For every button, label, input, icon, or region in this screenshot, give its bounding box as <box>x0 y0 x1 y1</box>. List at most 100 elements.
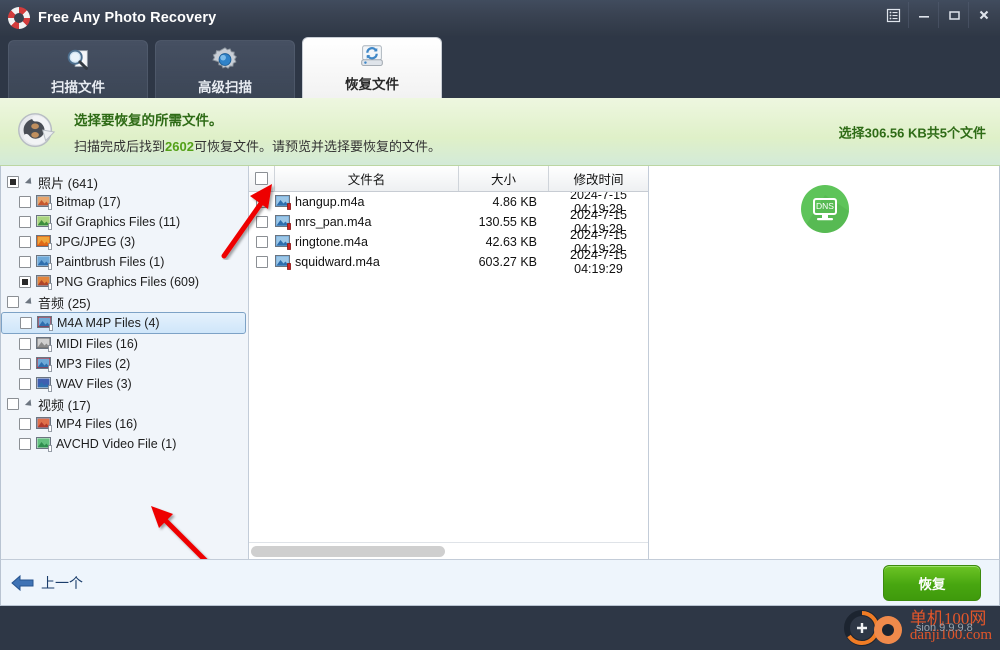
tree-item-label: AVCHD Video File (1) <box>56 437 177 451</box>
tree-item-checkbox[interactable] <box>19 216 31 228</box>
tab-recover-files[interactable]: 恢复文件 <box>302 37 442 98</box>
table-row[interactable]: squidward.m4a 603.27 KB 2024-7-15 04:19:29 <box>249 248 648 276</box>
bottom-strip: 单机100网 danji100.com sion 9.9.9.8 <box>0 606 1000 650</box>
tab-advanced-scan[interactable]: 高级扫描 <box>155 40 295 98</box>
audio-file-icon <box>275 235 291 250</box>
column-header-filename[interactable]: 文件名 <box>275 166 459 191</box>
back-button[interactable]: 上一个 <box>11 573 83 593</box>
row-checkbox-cell[interactable] <box>249 216 275 228</box>
tree-item-gif-graphics-files-11[interactable]: Gif Graphics Files (11) <box>1 212 248 232</box>
gear-icon <box>212 47 237 69</box>
monitor-icon: DNS <box>801 195 849 233</box>
status-banner: 选择要恢复的所需文件。 扫描完成后找到2602可恢复文件。请预览并选择要恢复的文… <box>0 98 1000 166</box>
recover-button[interactable]: 恢复 <box>883 564 981 601</box>
tree-item-checkbox[interactable] <box>19 236 31 248</box>
expander-triangle-icon[interactable] <box>24 177 35 187</box>
minimize-icon <box>918 16 929 18</box>
mp4-file-icon <box>36 417 52 432</box>
tree-item-checkbox[interactable] <box>20 317 32 329</box>
tree-item-checkbox[interactable] <box>7 398 19 410</box>
banner-desc-before: 扫描完成后找到 <box>74 138 166 154</box>
maximize-button[interactable] <box>938 2 968 28</box>
tree-item-icon-wrapper <box>36 436 56 452</box>
audio-file-icon <box>37 316 53 331</box>
tree-item-25[interactable]: 音频 (25) <box>1 292 248 312</box>
tree-item-17[interactable]: 视频 (17) <box>1 394 248 414</box>
tree-item-m4a-m4p-files-4[interactable]: M4A M4P Files (4) <box>1 312 246 334</box>
expander-triangle-icon[interactable] <box>24 399 35 409</box>
main-content: 照片 (641) Bitmap (17) Gif Graphics Files (1… <box>0 166 1000 559</box>
select-all-checkbox[interactable] <box>255 172 268 185</box>
row-checkbox[interactable] <box>256 216 268 228</box>
close-button[interactable] <box>968 2 998 28</box>
back-button-label: 上一个 <box>41 574 83 591</box>
tab-bar: 扫描文件 高级扫描 恢复文件 <box>0 36 1000 98</box>
tree-item-checkbox[interactable] <box>19 358 31 370</box>
menu-button[interactable] <box>878 2 908 28</box>
maximize-icon <box>948 11 960 20</box>
tree-item-icon-wrapper <box>36 214 56 230</box>
tree-item-checkbox[interactable] <box>7 176 19 188</box>
recover-arrow-icon <box>18 112 56 147</box>
dns-badge-label: DNS <box>816 201 834 211</box>
tree-item-wav-files-3[interactable]: WAV Files (3) <box>1 374 248 394</box>
tree-item-checkbox[interactable] <box>19 438 31 450</box>
tree-item-checkbox[interactable] <box>19 378 31 390</box>
row-filename-cell: mrs_pan.m4a <box>275 214 459 230</box>
audio-file-icon <box>275 215 291 230</box>
row-checkbox[interactable] <box>256 256 268 268</box>
tree-item-checkbox[interactable] <box>19 256 31 268</box>
tree-item-label: Paintbrush Files (1) <box>56 255 165 269</box>
tree-item-641[interactable]: 照片 (641) <box>1 172 248 192</box>
tree-item-label: WAV Files (3) <box>56 377 132 391</box>
gif-file-icon <box>36 215 52 230</box>
tree-item-checkbox[interactable] <box>19 196 31 208</box>
row-checkbox-cell[interactable] <box>249 236 275 248</box>
tree-item-mp4-files-16[interactable]: MP4 Files (16) <box>1 414 248 434</box>
application-window: Free Any Photo Recovery 扫描文件 高级扫描 恢复文件 选… <box>0 0 1000 650</box>
tree-item-midi-files-16[interactable]: MIDI Files (16) <box>1 334 248 354</box>
column-header-size[interactable]: 大小 <box>459 166 549 191</box>
row-size: 42.63 KB <box>485 235 537 249</box>
bitmap-file-icon <box>36 195 52 210</box>
midi-file-icon <box>36 337 52 352</box>
row-checkbox[interactable] <box>256 196 268 208</box>
title-bar: Free Any Photo Recovery <box>0 0 1000 36</box>
horizontal-scrollbar[interactable] <box>249 542 648 559</box>
row-checkbox-cell[interactable] <box>249 196 275 208</box>
file-rows: hangup.m4a 4.86 KB 2024-7-15 04:19:29 mrs_p… <box>249 192 648 542</box>
tree-item-jpg-jpeg-3[interactable]: JPG/JPEG (3) <box>1 232 248 252</box>
tree-item-checkbox[interactable] <box>19 418 31 430</box>
select-all-header-cell[interactable] <box>249 166 275 191</box>
window-controls <box>878 2 998 28</box>
wav-file-icon <box>36 377 52 392</box>
tree-item-icon-wrapper <box>37 315 57 331</box>
tree-item-label: 音频 (25) <box>38 295 91 311</box>
tree-item-label: PNG Graphics Files (609) <box>56 275 200 289</box>
tree-item-checkbox[interactable] <box>19 338 31 350</box>
tab-scan-files[interactable]: 扫描文件 <box>8 40 148 98</box>
tree-item-bitmap-17[interactable]: Bitmap (17) <box>1 192 248 212</box>
tree-item-png-graphics-files-609[interactable]: PNG Graphics Files (609) <box>1 272 248 292</box>
tree-item-checkbox[interactable] <box>19 276 31 288</box>
row-size: 130.55 KB <box>478 215 537 229</box>
banner-found-count: 2602 <box>165 138 194 154</box>
row-checkbox-cell[interactable] <box>249 256 275 268</box>
tree-item-icon-wrapper <box>36 234 56 250</box>
list-menu-icon <box>886 8 900 22</box>
horizontal-scrollbar-thumb[interactable] <box>251 545 445 557</box>
row-modified: 2024-7-15 04:19:29 <box>570 248 627 276</box>
tree-item-checkbox[interactable] <box>7 296 19 308</box>
expander-triangle-icon[interactable] <box>24 297 35 307</box>
row-filename: mrs_pan.m4a <box>295 215 372 229</box>
file-list-panel: 文件名 大小 修改时间 hangup.m4a 4.86 KB 2024-7-15 0… <box>221 166 649 559</box>
column-header-modified[interactable]: 修改时间 <box>549 166 648 191</box>
audio-file-icon <box>275 195 291 210</box>
row-checkbox[interactable] <box>256 236 268 248</box>
minimize-button[interactable] <box>908 2 938 28</box>
tree-item-avchd-video-file-1[interactable]: AVCHD Video File (1) <box>1 434 248 454</box>
banner-description: 扫描完成后找到2602可恢复文件。请预览并选择要恢复的文件。 <box>74 136 441 155</box>
tree-item-mp3-files-2[interactable]: MP3 Files (2) <box>1 354 248 374</box>
tree-item-paintbrush-files-1[interactable]: Paintbrush Files (1) <box>1 252 248 272</box>
png-file-icon <box>36 275 52 290</box>
